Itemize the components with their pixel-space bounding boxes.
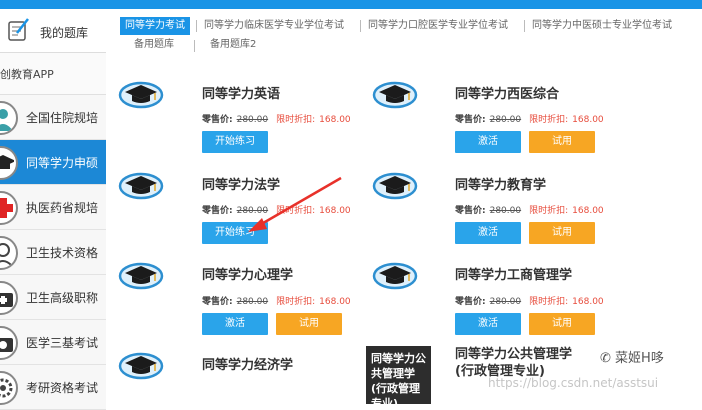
medical-kit-icon bbox=[0, 281, 18, 315]
price-row: 零售价: 280.00 限时折扣: 168.00 bbox=[455, 294, 604, 307]
activate-button[interactable]: 激活 bbox=[202, 313, 268, 335]
top-accent-bar bbox=[0, 0, 702, 9]
tab-divider bbox=[360, 20, 361, 32]
retail-price: 280.00 bbox=[489, 297, 522, 307]
wechat-icon: ✆ bbox=[600, 351, 611, 366]
gear-icon bbox=[0, 371, 18, 405]
course-title: 同等学力经济学 bbox=[202, 358, 294, 373]
sidebar-item-medical-basics[interactable]: 医学三基考试 bbox=[0, 320, 106, 365]
retail-price: 280.00 bbox=[236, 206, 269, 216]
my-question-bank-label: 我的题库 bbox=[40, 26, 89, 40]
retail-price-label: 零售价: bbox=[202, 206, 233, 216]
sidebar-item-label: 卫生高级职称 bbox=[26, 291, 99, 305]
watermark-url: https://blog.csdn.net/asstsui bbox=[488, 376, 659, 390]
graduation-cap-icon bbox=[372, 81, 418, 109]
graduation-cap-icon bbox=[372, 262, 418, 290]
price-row: 零售价: 280.00 限时折扣: 168.00 bbox=[202, 112, 351, 125]
tab-equivalent-exam[interactable]: 同等学力考试 bbox=[120, 17, 190, 35]
red-cross-icon bbox=[0, 191, 18, 225]
retail-price-label: 零售价: bbox=[202, 115, 233, 125]
graduation-cap-icon bbox=[118, 262, 164, 290]
retail-price-label: 零售价: bbox=[455, 206, 486, 216]
nurse-icon bbox=[0, 236, 18, 270]
sidebar-item-postgrad-exam[interactable]: 考研资格考试 bbox=[0, 365, 106, 410]
trial-button[interactable]: 试用 bbox=[529, 131, 595, 153]
tab-backup-bank[interactable]: 备用题库 bbox=[134, 36, 174, 54]
tab-clinical-medicine[interactable]: 同等学力临床医学专业学位考试 bbox=[204, 17, 344, 35]
tab-stomatology[interactable]: 同等学力口腔医学专业学位考试 bbox=[368, 17, 508, 35]
sidebar-item-label: 医学三基考试 bbox=[26, 336, 99, 350]
my-question-bank-header[interactable]: 我的题库 bbox=[0, 9, 106, 53]
course-title: 同等学力工商管理学 bbox=[455, 268, 573, 283]
tab-divider bbox=[524, 20, 525, 32]
trial-button[interactable]: 试用 bbox=[529, 222, 595, 244]
retail-price: 280.00 bbox=[236, 115, 269, 125]
sidebar-item-label: 卫生技术资格 bbox=[26, 246, 99, 260]
course-title: 同等学力英语 bbox=[202, 87, 281, 102]
discount-label: 限时折扣: bbox=[276, 115, 316, 125]
sidebar-item-senior-title[interactable]: 卫生高级职称 bbox=[0, 275, 106, 320]
watermark-brand: 菜姬H哆 bbox=[615, 351, 664, 366]
tab-backup-bank-2[interactable]: 备用题库2 bbox=[210, 36, 256, 54]
retail-price: 280.00 bbox=[236, 297, 269, 307]
discount-label: 限时折扣: bbox=[529, 297, 569, 307]
discount-price: 168.00 bbox=[572, 297, 604, 307]
tab-divider bbox=[196, 20, 197, 32]
course-title: 同等学力法学 bbox=[202, 178, 281, 193]
course-title: 同等学力西医综合 bbox=[455, 87, 560, 102]
discount-price: 168.00 bbox=[319, 206, 351, 216]
graduation-cap-icon bbox=[0, 146, 18, 180]
activate-button[interactable]: 激活 bbox=[455, 222, 521, 244]
sidebar-item-health-tech[interactable]: 卫生技术资格 bbox=[0, 230, 106, 275]
wechat-watermark: ✆ 菜姬H哆 bbox=[600, 347, 664, 366]
course-title: 同等学力教育学 bbox=[455, 178, 547, 193]
exam-category-tabs: 同等学力考试 同等学力临床医学专业学位考试 同等学力口腔医学专业学位考试 同等学… bbox=[116, 14, 702, 58]
discount-label: 限时折扣: bbox=[276, 206, 316, 216]
first-aid-icon bbox=[0, 326, 18, 360]
retail-price-label: 零售价: bbox=[455, 115, 486, 125]
price-row: 零售价: 280.00 限时折扣: 168.00 bbox=[202, 294, 351, 307]
graduation-cap-icon bbox=[118, 352, 164, 380]
graduation-cap-icon bbox=[118, 81, 164, 109]
activate-button[interactable]: 激活 bbox=[455, 131, 521, 153]
trial-button[interactable]: 试用 bbox=[276, 313, 342, 335]
retail-price-label: 零售价: bbox=[202, 297, 233, 307]
sidebar: 我的题库 创教育APP 全国住院规培 同等学力申硕 执医药省规培 卫生技术资格 … bbox=[0, 9, 106, 410]
graduation-cap-icon bbox=[118, 172, 164, 200]
discount-label: 限时折扣: bbox=[529, 206, 569, 216]
sidebar-item-label: 考研资格考试 bbox=[26, 381, 99, 395]
retail-price-label: 零售价: bbox=[455, 297, 486, 307]
sidebar-item-label: 执医药省规培 bbox=[26, 201, 99, 215]
sidebar-item-equivalent-degree[interactable]: 同等学力申硕 bbox=[0, 140, 106, 185]
discount-price: 168.00 bbox=[572, 115, 604, 125]
retail-price: 280.00 bbox=[489, 206, 522, 216]
course-title: 同等学力公共管理学(行政管理专业) bbox=[455, 347, 573, 379]
price-row: 零售价: 280.00 限时折扣: 168.00 bbox=[455, 203, 604, 216]
discount-price: 168.00 bbox=[319, 297, 351, 307]
discount-price: 168.00 bbox=[572, 206, 604, 216]
course-title: 同等学力心理学 bbox=[202, 268, 294, 283]
sidebar-item-label: 同等学力申硕 bbox=[26, 156, 99, 170]
discount-label: 限时折扣: bbox=[529, 115, 569, 125]
price-row: 零售价: 280.00 限时折扣: 168.00 bbox=[455, 112, 604, 125]
start-practice-button[interactable]: 开始练习 bbox=[202, 222, 268, 244]
discount-label: 限时折扣: bbox=[276, 297, 316, 307]
activate-button[interactable]: 激活 bbox=[455, 313, 521, 335]
course-cover-image: 同等学力公共管理学(行政管理专业) bbox=[366, 346, 431, 404]
graduation-cap-icon bbox=[372, 172, 418, 200]
sidebar-item-licensing-exam[interactable]: 执医药省规培 bbox=[0, 185, 106, 230]
app-label: 创教育APP bbox=[0, 53, 106, 95]
discount-price: 168.00 bbox=[319, 115, 351, 125]
sidebar-item-resident-training[interactable]: 全国住院规培 bbox=[0, 95, 106, 140]
start-practice-button[interactable]: 开始练习 bbox=[202, 131, 268, 153]
retail-price: 280.00 bbox=[489, 115, 522, 125]
tab-divider bbox=[194, 40, 195, 52]
notebook-pen-icon bbox=[8, 18, 29, 41]
sidebar-item-label: 全国住院规培 bbox=[26, 111, 99, 125]
tab-tcm-master[interactable]: 同等学力中医硕士专业学位考试 bbox=[532, 17, 672, 35]
trial-button[interactable]: 试用 bbox=[529, 313, 595, 335]
price-row: 零售价: 280.00 限时折扣: 168.00 bbox=[202, 203, 351, 216]
doctor-icon bbox=[0, 101, 18, 135]
